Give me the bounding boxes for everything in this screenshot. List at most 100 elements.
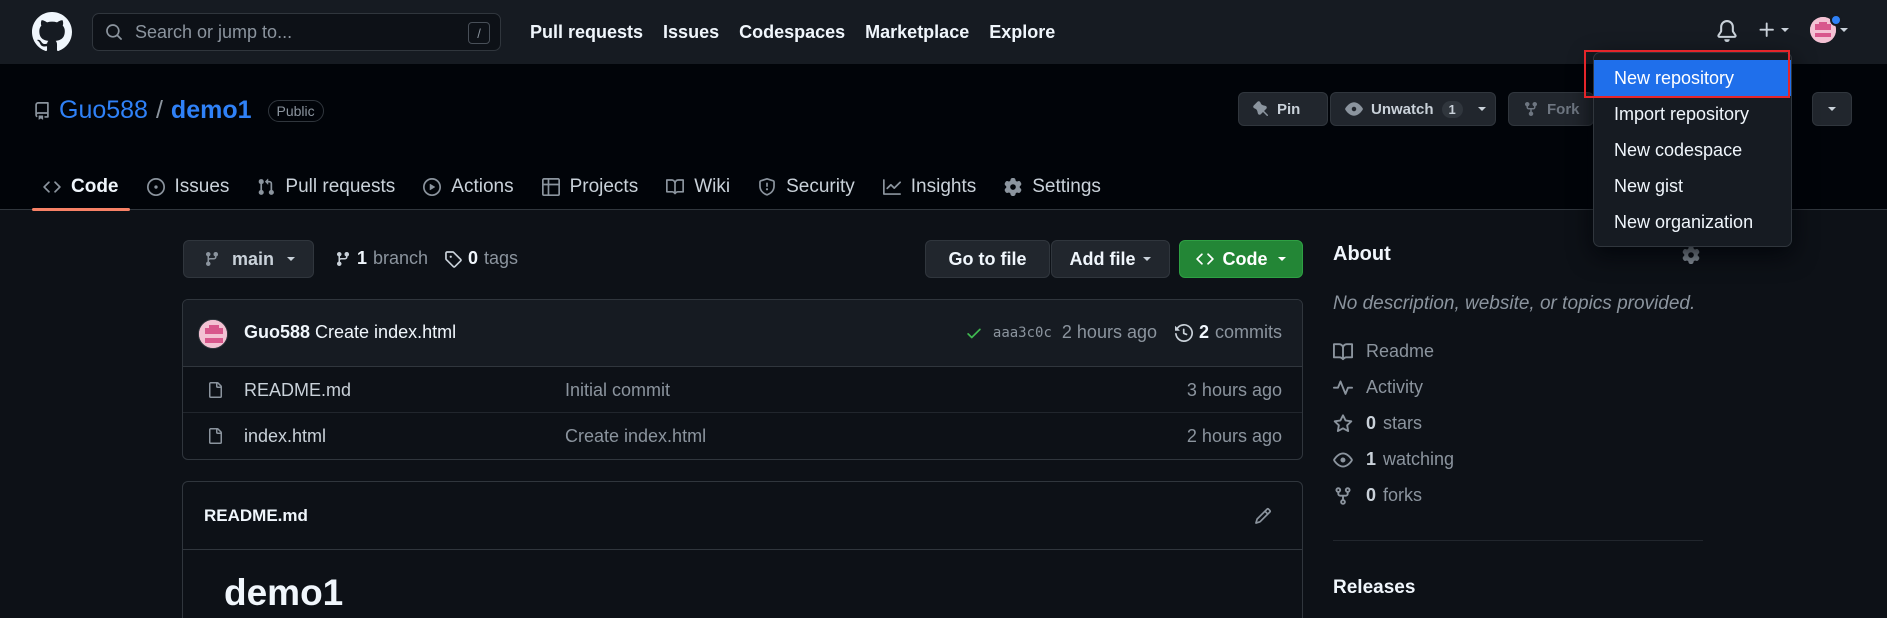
commit-sha[interactable]: aaa3c0c	[993, 325, 1052, 341]
commits-link[interactable]: 2 commits	[1174, 322, 1282, 343]
graph-icon	[882, 178, 901, 196]
fork-icon	[1523, 101, 1539, 117]
readme-panel: README.md demo1	[182, 481, 1303, 618]
play-icon	[423, 178, 442, 196]
menu-item-new-organization[interactable]: New organization	[1594, 204, 1791, 240]
commit-author[interactable]: Guo588	[244, 322, 310, 342]
search-shortcut-key: /	[468, 22, 490, 44]
nav-issues[interactable]: Issues	[663, 22, 719, 43]
create-new-menu-button[interactable]	[1757, 20, 1790, 40]
readme-link[interactable]: Readme	[1333, 341, 1434, 362]
fork-label: Fork	[1547, 100, 1580, 118]
nav-marketplace[interactable]: Marketplace	[865, 22, 969, 43]
tab-code[interactable]: Code	[32, 164, 130, 211]
menu-item-new-repository[interactable]: New repository	[1594, 60, 1791, 96]
nav-codespaces[interactable]: Codespaces	[739, 22, 845, 43]
check-icon	[965, 324, 983, 342]
code-button[interactable]: Code	[1179, 240, 1303, 278]
activity-link[interactable]: Activity	[1333, 377, 1423, 398]
tab-settings[interactable]: Settings	[993, 164, 1112, 210]
caret-down-icon	[1839, 25, 1849, 35]
commit-time: 2 hours ago	[1061, 322, 1157, 342]
file-list: Guo588 Create index.html aaa3c0c 2 hours …	[182, 299, 1303, 460]
pencil-icon[interactable]	[1254, 507, 1272, 525]
bell-icon[interactable]	[1716, 20, 1738, 42]
book-icon	[1333, 342, 1353, 362]
file-commit-message[interactable]: Initial commit	[565, 380, 670, 401]
tags-link[interactable]: 0 tags	[444, 248, 518, 269]
gear-icon[interactable]	[1682, 246, 1700, 264]
github-logo-icon[interactable]	[32, 12, 72, 52]
commit-message[interactable]: Create index.html	[315, 322, 456, 342]
divider	[1333, 540, 1703, 541]
forks-link[interactable]: 0 forks	[1333, 485, 1422, 506]
menu-item-import-repository[interactable]: Import repository	[1594, 96, 1791, 132]
pin-button[interactable]: Pin	[1238, 92, 1328, 126]
caret-down-icon	[1142, 254, 1152, 264]
add-file-button[interactable]: Add file	[1051, 240, 1170, 278]
path-separator: /	[155, 96, 163, 124]
branch-name: main	[232, 248, 275, 269]
repo-icon	[33, 101, 51, 121]
go-to-file-button[interactable]: Go to file	[925, 240, 1050, 278]
avatar[interactable]	[198, 319, 228, 349]
menu-item-new-gist[interactable]: New gist	[1594, 168, 1791, 204]
branch-icon	[204, 251, 220, 267]
repo-title: Guo588 / demo1 Public	[33, 96, 324, 125]
readme-heading: demo1	[224, 572, 344, 613]
file-row[interactable]: index.html Create index.html 2 hours ago	[183, 413, 1302, 459]
about-description: No description, website, or topics provi…	[1333, 293, 1696, 314]
commit-count: 2	[1198, 322, 1209, 342]
pin-label: Pin	[1277, 100, 1301, 118]
watching-count: 1	[1366, 449, 1377, 469]
table-icon	[541, 178, 560, 196]
menu-item-new-codespace[interactable]: New codespace	[1594, 132, 1791, 168]
file-age: 2 hours ago	[1186, 426, 1282, 446]
tab-actions[interactable]: Actions	[412, 164, 524, 210]
latest-commit-row: Guo588 Create index.html aaa3c0c 2 hours …	[183, 300, 1302, 367]
branches-link[interactable]: 1 branch	[335, 248, 428, 269]
tag-icon	[444, 250, 462, 268]
nav-pull-requests[interactable]: Pull requests	[530, 22, 643, 43]
search-input[interactable]: Search or jump to... /	[92, 13, 501, 51]
tag-count: 0	[468, 248, 479, 268]
tab-wiki[interactable]: Wiki	[655, 164, 741, 210]
pull-request-icon	[257, 178, 275, 196]
code-label: Code	[1222, 248, 1268, 269]
file-row[interactable]: README.md Initial commit 3 hours ago	[183, 367, 1302, 413]
star-dropdown-button[interactable]	[1812, 92, 1852, 126]
repo-name-link[interactable]: demo1	[171, 96, 252, 125]
gear-icon	[1004, 178, 1022, 196]
branch-select-button[interactable]: main	[183, 240, 314, 278]
file-name[interactable]: README.md	[244, 380, 351, 401]
repo-owner-link[interactable]: Guo588	[59, 96, 148, 125]
tab-label: Projects	[569, 176, 639, 197]
unwatch-button[interactable]: Unwatch 1	[1330, 92, 1496, 126]
releases-heading[interactable]: Releases	[1333, 577, 1415, 599]
search-placeholder: Search or jump to...	[135, 21, 293, 42]
notification-dot-icon	[1830, 14, 1842, 26]
commit-word: commits	[1215, 322, 1282, 342]
commit-meta: aaa3c0c 2 hours ago 2 commits	[965, 322, 1282, 343]
eye-icon	[1333, 450, 1353, 470]
tab-insights[interactable]: Insights	[872, 164, 987, 210]
history-icon	[1174, 323, 1193, 342]
readme-header: README.md	[183, 482, 1302, 550]
file-name[interactable]: index.html	[244, 426, 326, 447]
tag-word: tags	[484, 248, 519, 268]
fork-button[interactable]: Fork	[1508, 92, 1594, 126]
stars-link[interactable]: 0 stars	[1333, 413, 1422, 434]
pin-icon	[1253, 101, 1269, 117]
tab-projects[interactable]: Projects	[531, 164, 650, 210]
tab-issues[interactable]: Issues	[136, 164, 241, 210]
watching-link[interactable]: 1 watching	[1333, 449, 1454, 470]
unwatch-label: Unwatch	[1371, 100, 1434, 118]
caret-down-icon	[286, 254, 296, 264]
file-commit-message[interactable]: Create index.html	[565, 426, 706, 447]
readme-title[interactable]: README.md	[204, 506, 308, 526]
tab-pull-requests[interactable]: Pull requests	[246, 164, 406, 210]
nav-explore[interactable]: Explore	[989, 22, 1055, 43]
tab-security[interactable]: Security	[747, 164, 866, 210]
code-icon	[43, 178, 61, 196]
tab-label: Pull requests	[285, 176, 396, 197]
